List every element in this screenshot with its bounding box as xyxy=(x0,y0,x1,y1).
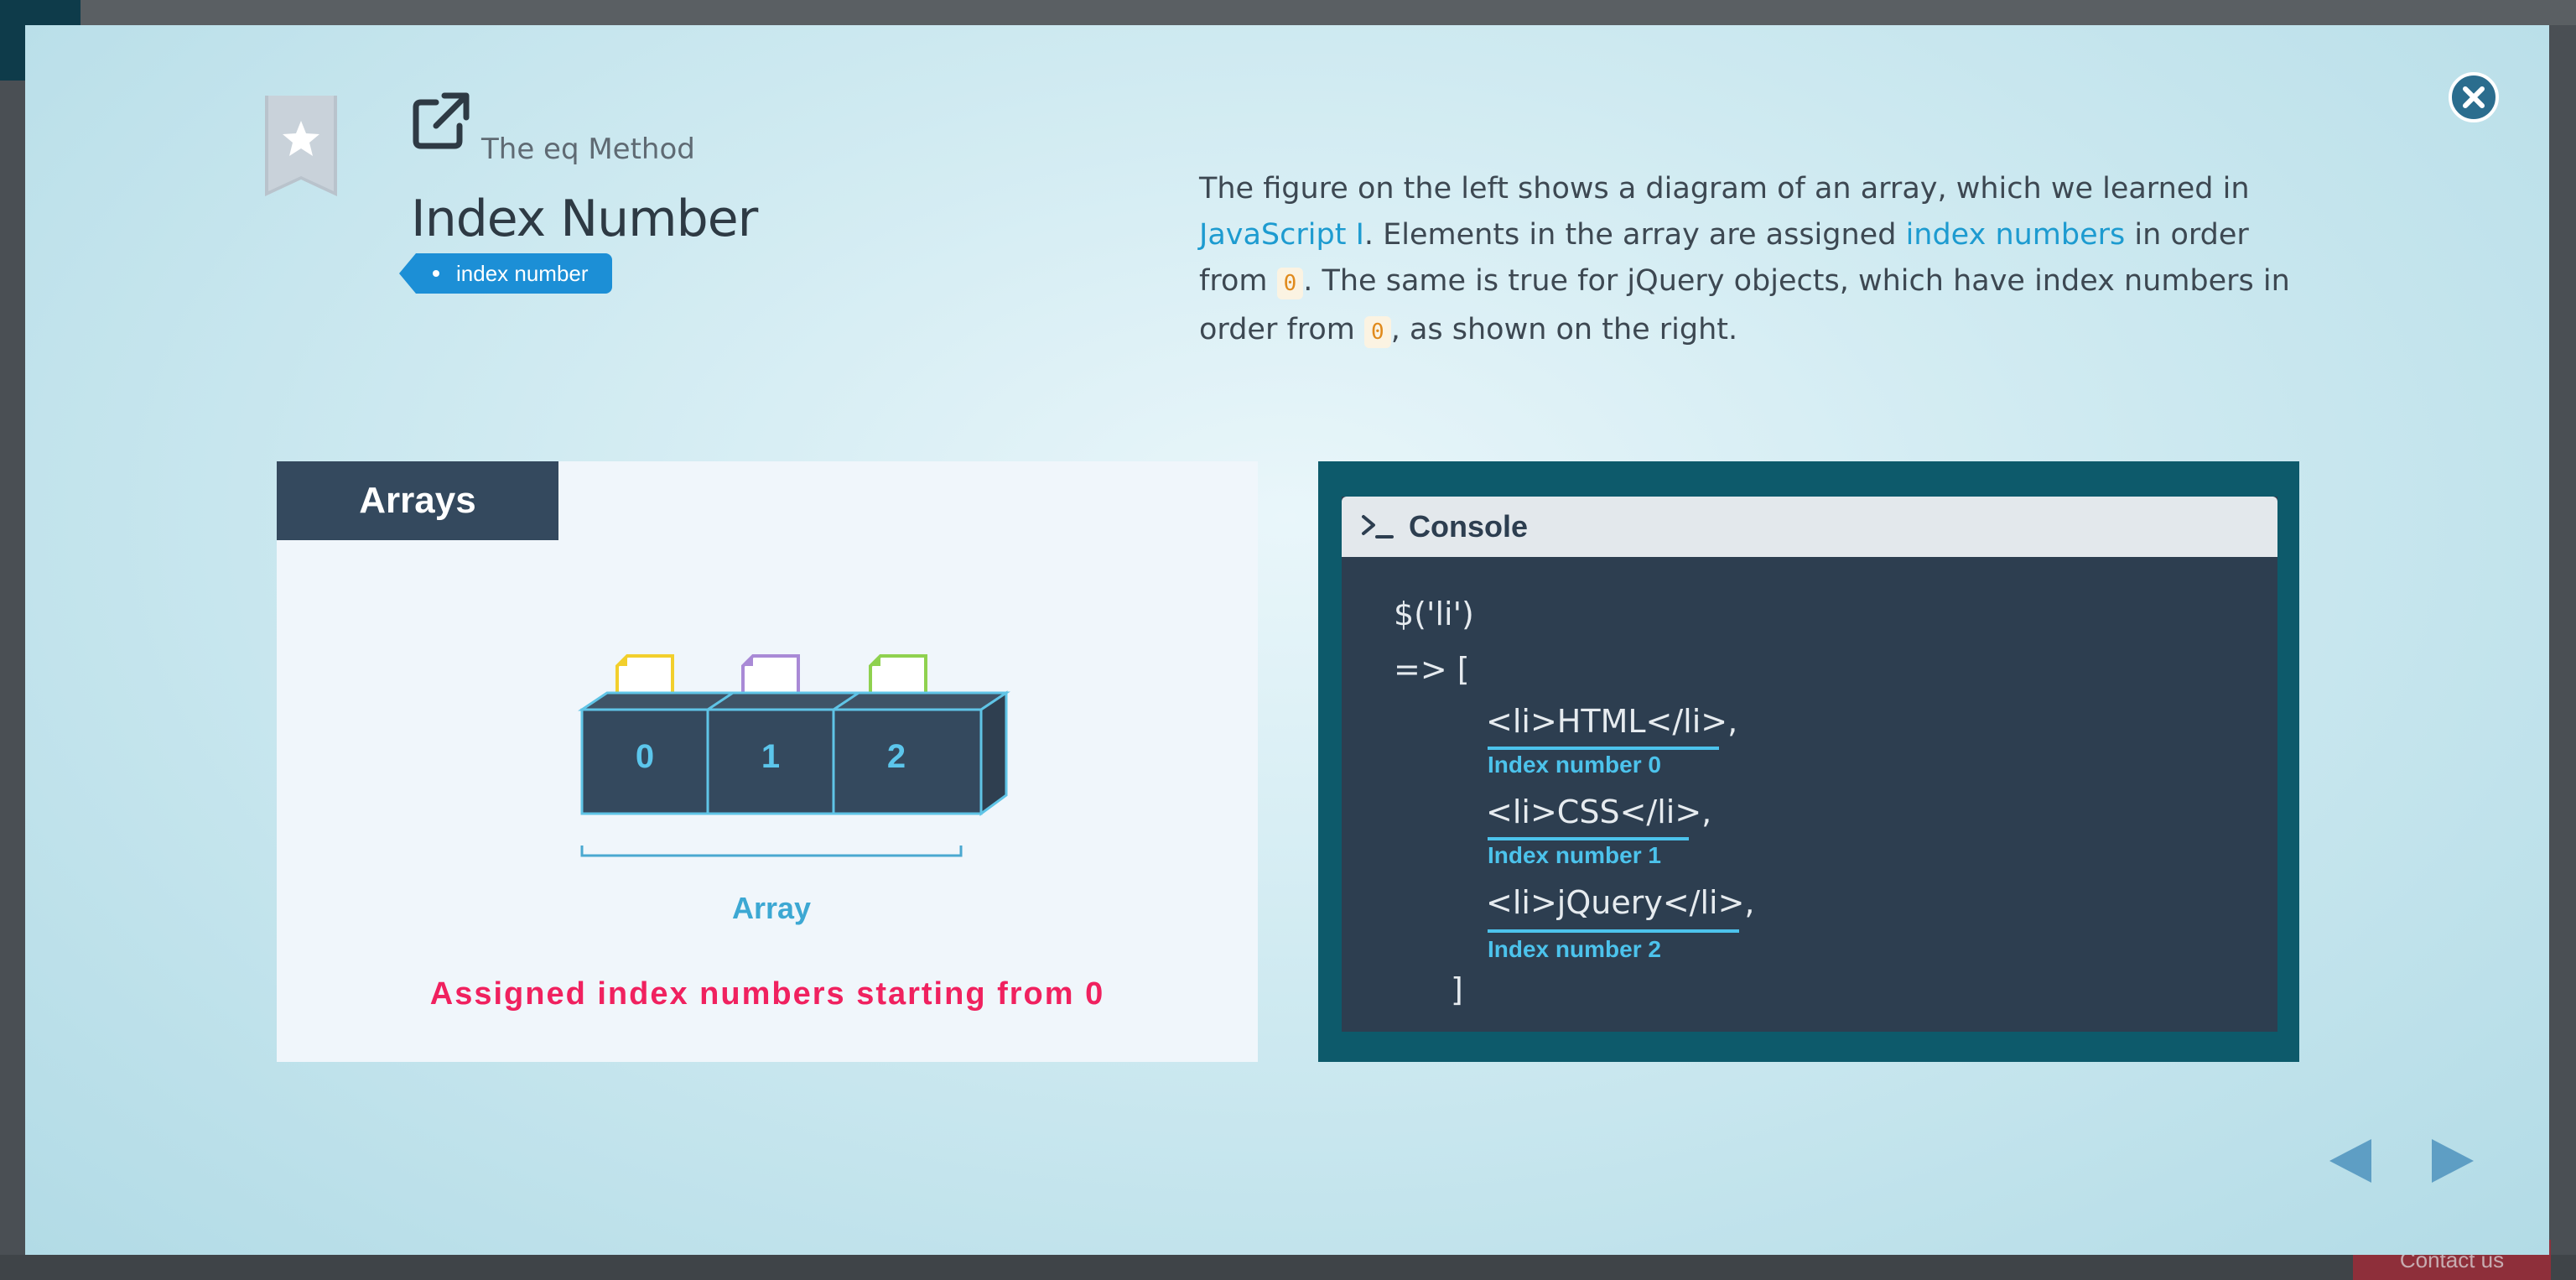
underline-css xyxy=(1488,837,1689,840)
console-window: Console $('li') => [ <li>HTML</li>, Inde… xyxy=(1342,497,2277,1032)
array-slot-1: 1 xyxy=(761,738,781,775)
console-title: Console xyxy=(1409,509,1529,544)
background-bottom-bar xyxy=(0,1255,2576,1280)
keyword-tag[interactable]: index number xyxy=(399,253,612,294)
close-icon xyxy=(2463,86,2485,108)
array-label: Array xyxy=(731,891,812,925)
desc-text-1: The figure on the left shows a diagram o… xyxy=(1199,172,2250,206)
bookmark-icon[interactable] xyxy=(265,96,337,196)
arrays-header: Arrays xyxy=(277,461,558,540)
arrow-right-icon xyxy=(2432,1139,2474,1183)
external-link-icon[interactable] xyxy=(411,91,471,151)
console-result-open: => [ xyxy=(1394,651,1470,688)
page-title: Index Number xyxy=(411,190,758,248)
underline-jquery xyxy=(1488,929,1739,933)
background-topbar xyxy=(0,0,2576,25)
array-slot-2: 2 xyxy=(886,738,906,775)
console-command: $('li') xyxy=(1394,596,1474,632)
close-button[interactable] xyxy=(2449,72,2499,122)
keyword-tag-label: index number xyxy=(456,261,589,286)
array-caption: Assigned index numbers starting from 0 xyxy=(429,976,1105,1012)
javascript-link[interactable]: JavaScript I xyxy=(1199,218,1364,252)
index-label-0: Index number 0 xyxy=(1488,752,1661,778)
description-text: The figure on the left shows a diagram o… xyxy=(1199,166,2323,356)
index-numbers-link[interactable]: index numbers xyxy=(1906,218,2126,252)
tag-dot-icon xyxy=(433,270,439,277)
console-result-close: ] xyxy=(1451,971,1463,1008)
previous-slide-button[interactable] xyxy=(2328,1137,2373,1184)
desc-text-4: . The same is true for jQuery objects, w… xyxy=(1199,264,2290,346)
lesson-subtitle: The eq Method xyxy=(481,133,695,166)
index-label-1: Index number 1 xyxy=(1488,842,1661,868)
console-figure: Console $('li') => [ <li>HTML</li>, Inde… xyxy=(1318,461,2299,1062)
terminal-prompt-icon xyxy=(1362,515,1394,539)
code-zero: 0 xyxy=(1276,268,1304,299)
arrow-left-icon xyxy=(2329,1139,2371,1183)
next-slide-button[interactable] xyxy=(2430,1137,2475,1184)
array-slot-0: 0 xyxy=(635,738,655,775)
code-zero: 0 xyxy=(1364,316,1391,348)
console-item-css: <li>CSS</li>, xyxy=(1486,793,1712,830)
console-item-jquery: <li>jQuery</li>, xyxy=(1486,884,1755,921)
desc-text-2: . Elements in the array are assigned xyxy=(1363,218,1906,252)
desc-text-5: , as shown on the right. xyxy=(1390,313,1738,346)
underline-html xyxy=(1488,747,1719,750)
console-titlebar: Console xyxy=(1342,497,2277,557)
slide-modal: The eq Method Index Number index number … xyxy=(25,25,2549,1255)
index-label-2: Index number 2 xyxy=(1488,936,1661,962)
arrays-figure: Arrays 0 1 2 Array Assigned index number… xyxy=(277,461,1258,1062)
console-item-html: <li>HTML</li>, xyxy=(1486,703,1738,740)
